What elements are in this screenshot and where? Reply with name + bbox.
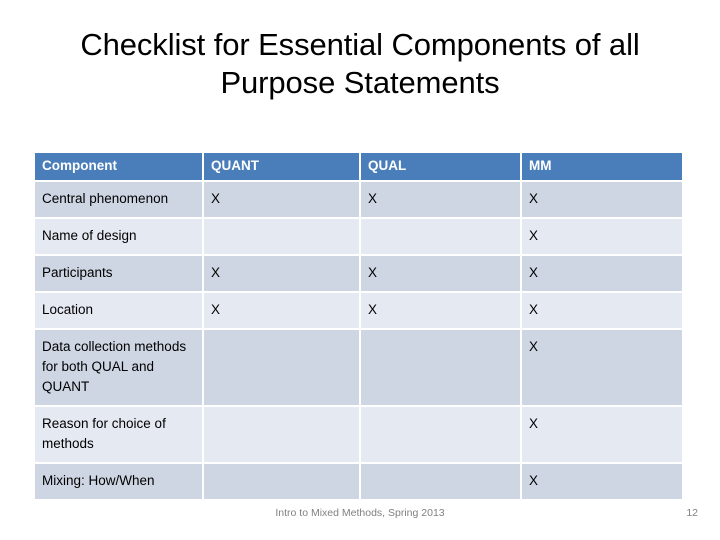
table-row: Reason for choice of methods X	[35, 407, 682, 462]
cell-mm: X	[522, 464, 682, 499]
row-label: Central phenomenon	[35, 182, 202, 217]
cell-mm: X	[522, 182, 682, 217]
row-label: Reason for choice of methods	[35, 407, 202, 462]
table-row: Participants X X X	[35, 256, 682, 291]
cell-mm: X	[522, 330, 682, 405]
slide-footer-note: Intro to Mixed Methods, Spring 2013	[275, 507, 445, 519]
column-header-quant: QUANT	[204, 153, 359, 180]
cell-quant: X	[204, 293, 359, 328]
page-title: Checklist for Essential Components of al…	[80, 27, 640, 100]
row-label: Mixing: How/When	[35, 464, 202, 499]
row-label: Name of design	[35, 219, 202, 254]
checklist-table-container: Component QUANT QUAL MM Central phenomen…	[33, 151, 684, 501]
cell-qual: X	[361, 293, 520, 328]
table-row: Mixing: How/When X	[35, 464, 682, 499]
row-label: Participants	[35, 256, 202, 291]
cell-qual: X	[361, 182, 520, 217]
checklist-table: Component QUANT QUAL MM Central phenomen…	[33, 151, 684, 501]
cell-mm: X	[522, 219, 682, 254]
slide-page-number: 12	[686, 507, 698, 519]
row-label: Location	[35, 293, 202, 328]
cell-qual: X	[361, 256, 520, 291]
row-label: Data collection methods for both QUAL an…	[35, 330, 202, 405]
column-header-qual: QUAL	[361, 153, 520, 180]
column-header-component: Component	[35, 153, 202, 180]
cell-qual	[361, 464, 520, 499]
cell-quant	[204, 407, 359, 462]
table-row: Data collection methods for both QUAL an…	[35, 330, 682, 405]
cell-quant: X	[204, 256, 359, 291]
table-row: Location X X X	[35, 293, 682, 328]
cell-mm: X	[522, 407, 682, 462]
cell-quant: X	[204, 182, 359, 217]
slide-canvas: Checklist for Essential Components of al…	[0, 0, 720, 540]
table-row: Central phenomenon X X X	[35, 182, 682, 217]
cell-qual	[361, 407, 520, 462]
cell-quant	[204, 219, 359, 254]
cell-mm: X	[522, 256, 682, 291]
table-header-row: Component QUANT QUAL MM	[35, 153, 682, 180]
column-header-mm: MM	[522, 153, 682, 180]
cell-mm: X	[522, 293, 682, 328]
cell-qual	[361, 330, 520, 405]
table-header: Component QUANT QUAL MM	[35, 153, 682, 180]
table-row: Name of design X	[35, 219, 682, 254]
cell-quant	[204, 330, 359, 405]
cell-quant	[204, 464, 359, 499]
cell-qual	[361, 219, 520, 254]
table-body: Central phenomenon X X X Name of design …	[35, 182, 682, 499]
